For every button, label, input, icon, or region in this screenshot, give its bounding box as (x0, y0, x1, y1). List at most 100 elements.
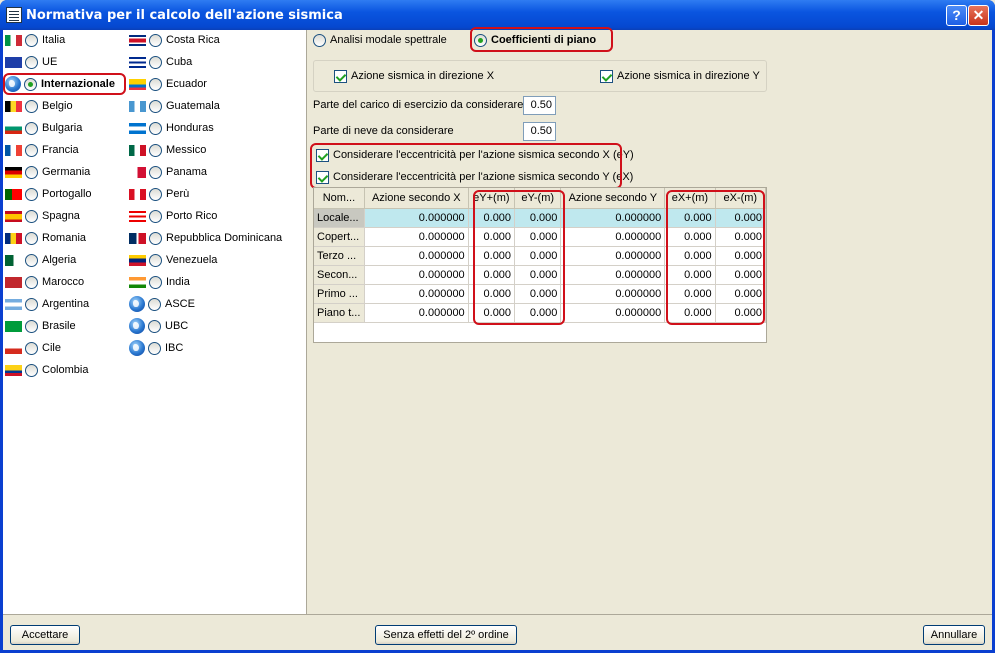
column-header[interactable]: Azione secondo Y (560, 188, 666, 209)
country-cile[interactable]: Cile (5, 339, 61, 357)
radio-indicator[interactable] (149, 253, 162, 267)
radio-indicator[interactable] (149, 187, 162, 201)
country-guatemala[interactable]: Guatemala (129, 97, 220, 115)
country-porto-rico[interactable]: Porto Rico (129, 207, 217, 225)
table-cell[interactable]: 0.000000 (560, 246, 666, 266)
radio-indicator[interactable] (25, 121, 38, 135)
column-header[interactable]: Nom... (314, 188, 365, 209)
floor-name-cell[interactable]: Secon... (314, 265, 365, 285)
country-italia[interactable]: Italia (5, 31, 65, 49)
checkbox-direction-y[interactable]: Azione sismica in direzione Y (600, 67, 760, 85)
country-label: Romania (42, 232, 87, 244)
table-cell[interactable]: 0.000000 (364, 227, 469, 247)
country-germania[interactable]: Germania (5, 163, 90, 181)
country-romania[interactable]: Romania (5, 229, 86, 247)
table-cell[interactable]: 0.000000 (560, 227, 666, 247)
radio-indicator[interactable] (149, 33, 162, 47)
country-honduras[interactable]: Honduras (129, 119, 214, 137)
country-india[interactable]: India (129, 273, 190, 291)
cancel-button[interactable]: Annullare (923, 625, 985, 645)
radio-indicator[interactable] (25, 319, 38, 333)
radio-indicator[interactable] (149, 275, 162, 289)
country-panama[interactable]: Panama (129, 163, 207, 181)
table-cell[interactable]: 0.000000 (560, 303, 666, 323)
table-cell[interactable]: 0.000000 (560, 208, 666, 228)
second-order-button[interactable]: Senza effetti del 2º ordine (375, 625, 517, 645)
radio-indicator[interactable] (149, 231, 162, 245)
table-cell[interactable]: 0.000000 (364, 265, 469, 285)
load-input[interactable]: 0.50 (523, 96, 556, 115)
radio-indicator[interactable] (149, 55, 162, 69)
accept-button[interactable]: Accettare (10, 625, 80, 645)
country-marocco[interactable]: Marocco (5, 273, 84, 291)
radio-indicator[interactable] (149, 209, 162, 223)
radio-indicator[interactable] (25, 363, 38, 377)
radio-indicator[interactable] (25, 99, 38, 113)
country-argentina[interactable]: Argentina (5, 295, 89, 313)
table-cell[interactable]: 0.000000 (364, 284, 469, 304)
title-bar[interactable]: Normativa per il calcolo dell'azione sis… (0, 0, 995, 30)
country-spagna[interactable]: Spagna (5, 207, 80, 225)
flag-brazil-icon (5, 320, 22, 332)
radio-indicator[interactable] (25, 187, 38, 201)
radio-indicator[interactable] (25, 231, 38, 245)
radio-indicator[interactable] (25, 253, 38, 267)
radio-modal-analysis[interactable]: Analisi modale spettrale (313, 31, 447, 49)
globe-icon (129, 340, 145, 356)
floor-name-cell[interactable]: Primo ... (314, 284, 365, 304)
country-francia[interactable]: Francia (5, 141, 79, 159)
country-bulgaria[interactable]: Bulgaria (5, 119, 82, 137)
close-button[interactable]: ✕ (968, 5, 989, 26)
table-cell[interactable]: 0.000000 (364, 303, 469, 323)
country-belgio[interactable]: Belgio (5, 97, 73, 115)
table-cell[interactable]: 0.000000 (560, 284, 666, 304)
radio-indicator[interactable] (25, 55, 38, 69)
floor-name-cell[interactable]: Locale... (314, 208, 365, 228)
radio-indicator[interactable] (148, 319, 161, 333)
floor-name-cell[interactable]: Copert... (314, 227, 365, 247)
country-ue[interactable]: UE (5, 53, 57, 71)
country-portogallo[interactable]: Portogallo (5, 185, 92, 203)
table-cell[interactable]: 0.000000 (364, 208, 469, 228)
radio-indicator[interactable] (149, 99, 162, 113)
radio-indicator[interactable] (25, 209, 38, 223)
snow-input[interactable]: 0.50 (523, 122, 556, 141)
radio-indicator[interactable] (149, 121, 162, 135)
checkbox-indicator[interactable] (334, 69, 347, 83)
radio-indicator[interactable] (148, 297, 161, 311)
country-colombia[interactable]: Colombia (5, 361, 88, 379)
radio-indicator[interactable] (313, 33, 326, 47)
help-button[interactable]: ? (946, 5, 967, 26)
country-ecuador[interactable]: Ecuador (129, 75, 207, 93)
country-ibc[interactable]: IBC (129, 339, 183, 357)
radio-indicator[interactable] (25, 297, 38, 311)
radio-indicator[interactable] (25, 33, 38, 47)
column-header[interactable]: Azione secondo X (364, 188, 469, 209)
country-messico[interactable]: Messico (129, 141, 206, 159)
country-repubblica-dominicana[interactable]: Repubblica Dominicana (129, 229, 282, 247)
table-cell[interactable]: 0.000000 (364, 246, 469, 266)
radio-indicator[interactable] (149, 143, 162, 157)
radio-indicator[interactable] (149, 77, 162, 91)
country-label: Germania (42, 166, 91, 178)
country-venezuela[interactable]: Venezuela (129, 251, 217, 269)
radio-indicator[interactable] (25, 165, 38, 179)
radio-indicator[interactable] (25, 341, 38, 355)
snow-label: Parte di neve da considerare (313, 125, 454, 137)
radio-indicator[interactable] (25, 143, 38, 157)
table-cell[interactable]: 0.000000 (560, 265, 666, 285)
country-costa-rica[interactable]: Costa Rica (129, 31, 220, 49)
country-cuba[interactable]: Cuba (129, 53, 192, 71)
floor-name-cell[interactable]: Piano t... (314, 303, 365, 323)
checkbox-indicator[interactable] (600, 69, 613, 83)
country-per-[interactable]: Perù (129, 185, 189, 203)
country-ubc[interactable]: UBC (129, 317, 188, 335)
radio-indicator[interactable] (149, 165, 162, 179)
checkbox-direction-x[interactable]: Azione sismica in direzione X (334, 67, 494, 85)
country-brasile[interactable]: Brasile (5, 317, 76, 335)
radio-indicator[interactable] (25, 275, 38, 289)
country-algeria[interactable]: Algeria (5, 251, 76, 269)
radio-indicator[interactable] (148, 341, 161, 355)
floor-name-cell[interactable]: Terzo ... (314, 246, 365, 266)
country-asce[interactable]: ASCE (129, 295, 195, 313)
